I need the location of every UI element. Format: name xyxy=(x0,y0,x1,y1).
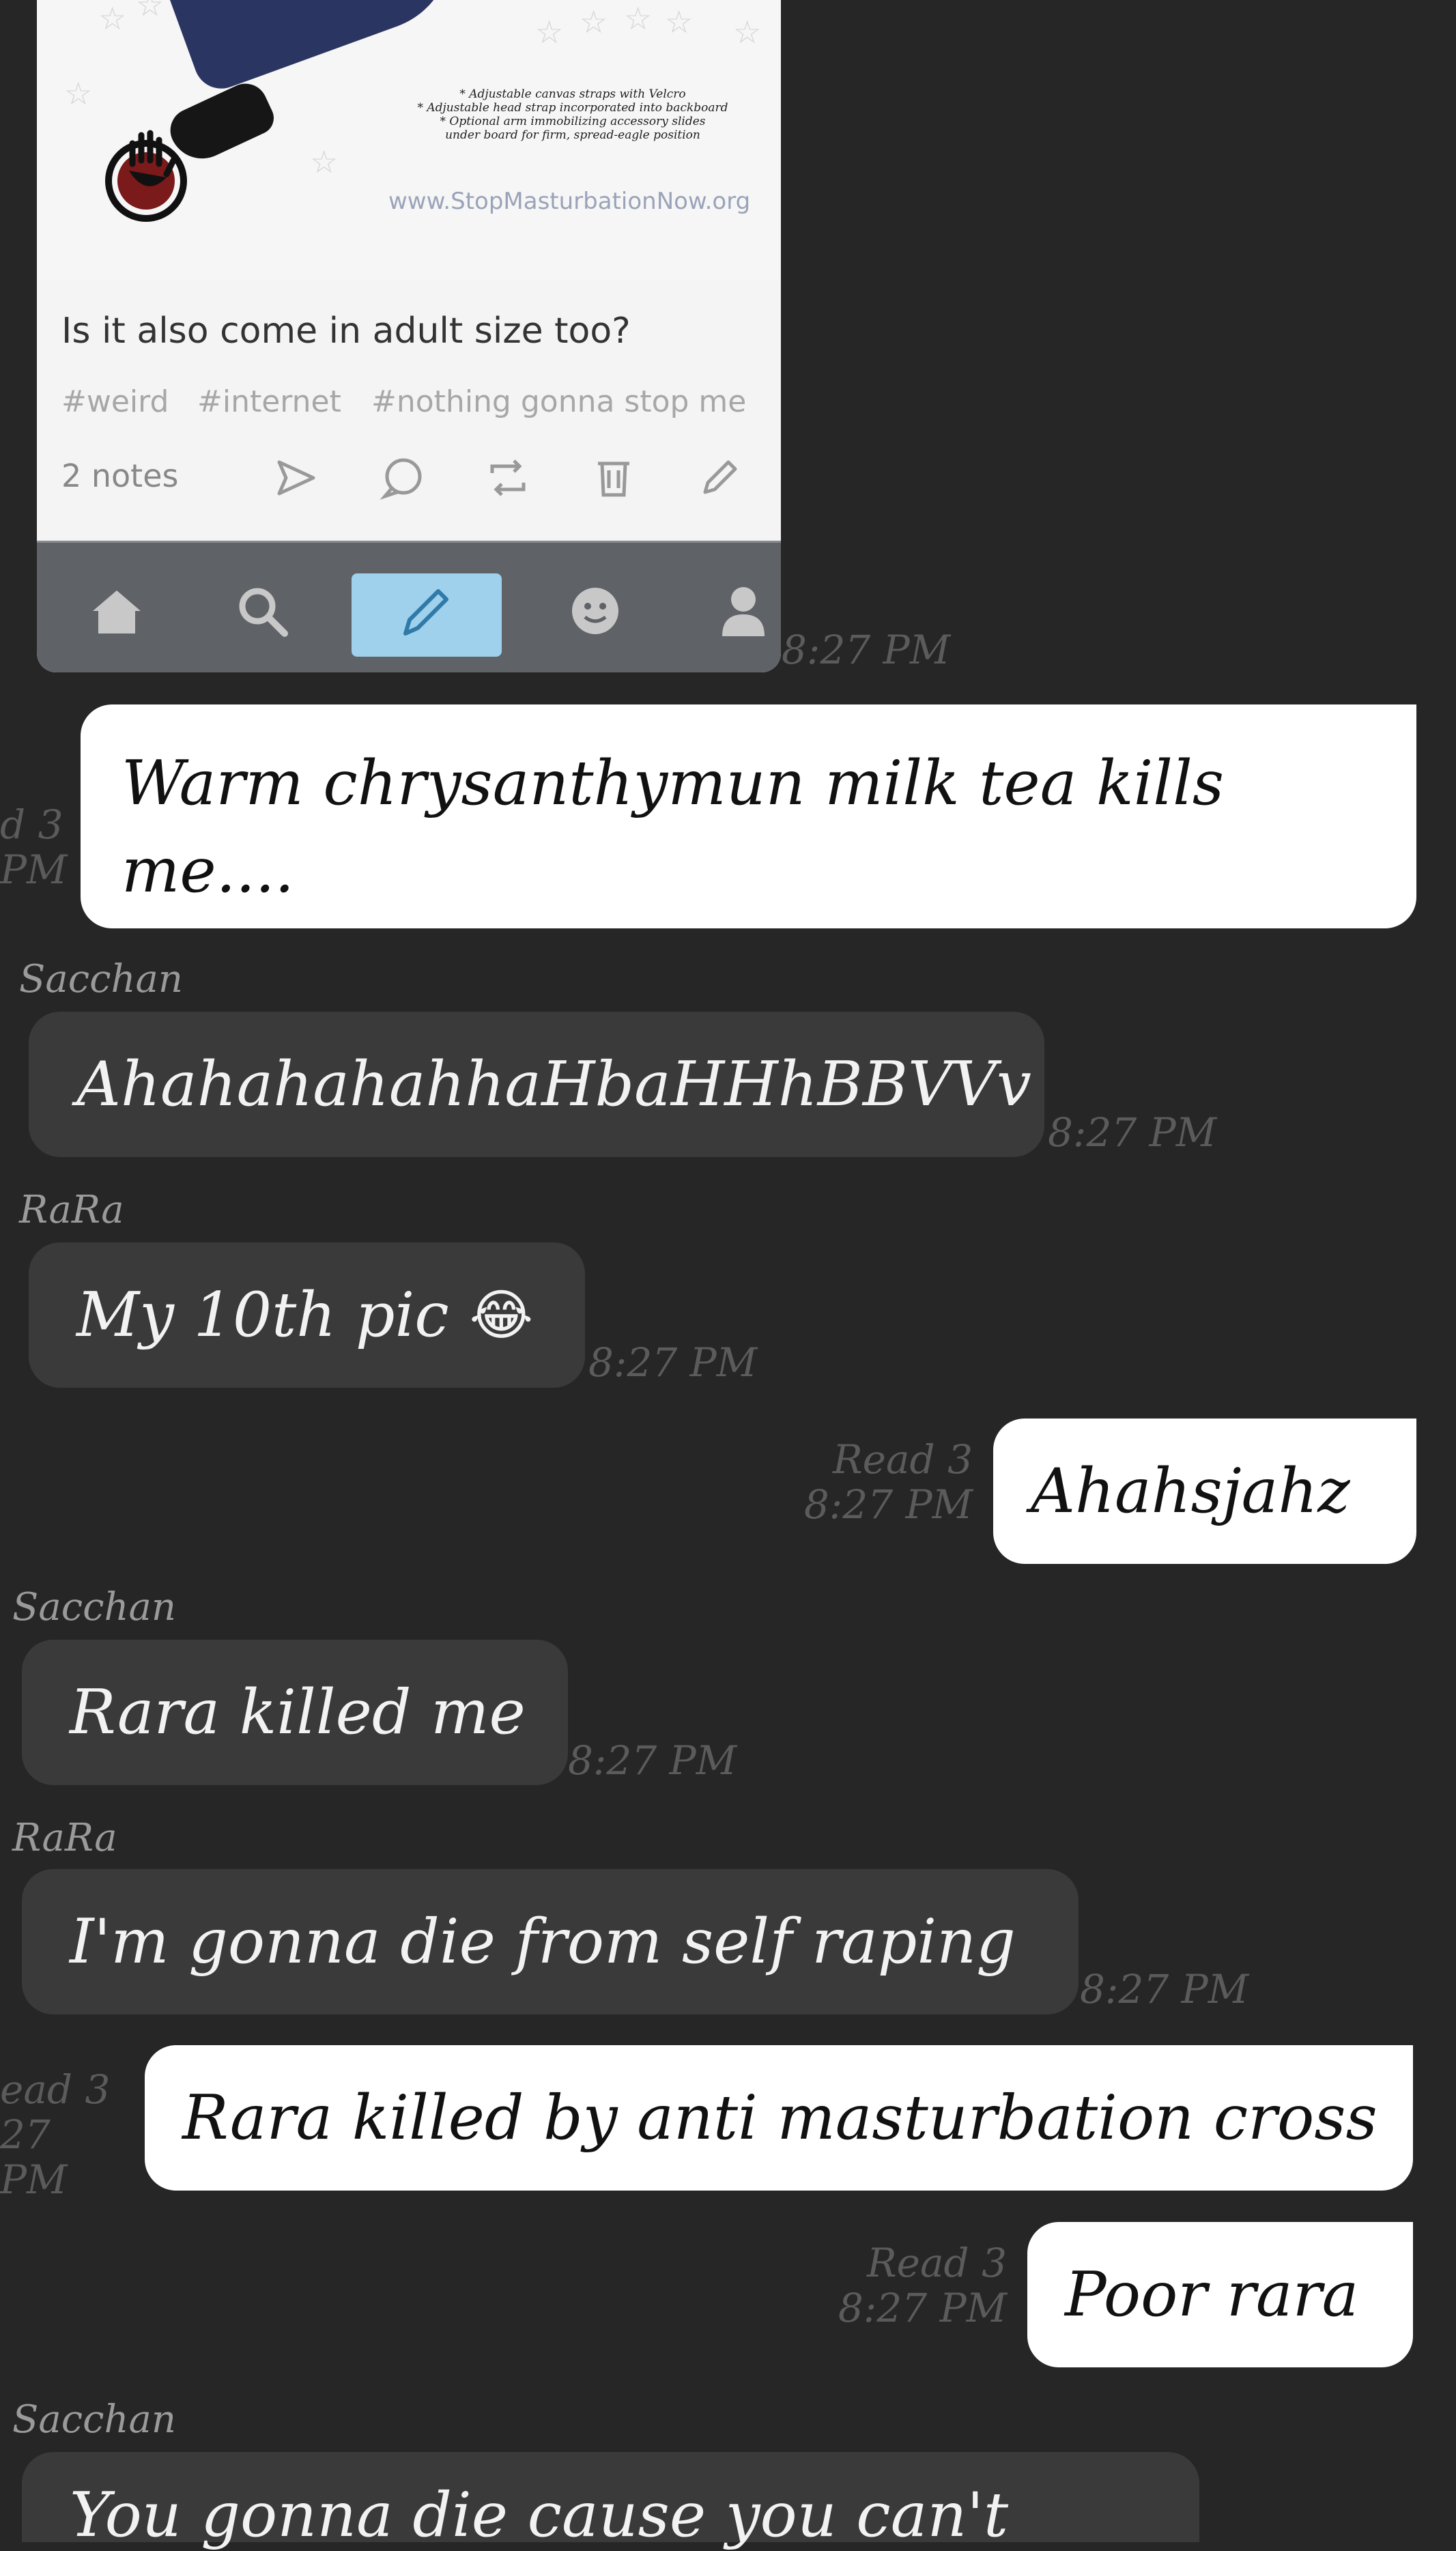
message-bubble-outgoing[interactable]: Rara killed by anti masturbation cross xyxy=(145,2045,1413,2191)
star-icon: ☆ xyxy=(535,14,564,51)
message-bubble-incoming[interactable]: My 10th pic 😂 xyxy=(29,1242,585,1388)
message-time: 8:27 PM xyxy=(782,627,951,673)
star-icon: ☆ xyxy=(98,0,127,37)
message-text: Rara killed by anti masturbation cross xyxy=(182,2082,1378,2154)
message-text: You gonna die cause you can't xyxy=(70,2479,1009,2551)
message-bubble-incoming[interactable]: You gonna die cause you can't xyxy=(22,2452,1199,2551)
message-bubble-outgoing[interactable]: Warm chrysanthymun milk tea kills me.... xyxy=(81,704,1416,928)
sender-name: RaRa xyxy=(19,1188,124,1232)
shared-screenshot-card[interactable]: ☆ ☆ ☆ ☆ ☆ ☆ ☆ ☆ ☆ * Adjustable canvas st… xyxy=(37,0,781,672)
message-text: AhahahahahhaHbaHHhBBVVv xyxy=(76,1049,1031,1120)
message-text: I'm gonna die from self raping xyxy=(70,1906,1016,1978)
tag-link[interactable]: #nothing gonna stop me xyxy=(371,384,746,419)
message-bubble-outgoing[interactable]: Poor rara xyxy=(1027,2222,1413,2367)
message-time: 8:27 PM xyxy=(568,1737,737,1784)
home-icon[interactable] xyxy=(86,580,147,642)
message-bubble-incoming[interactable]: Rara killed me xyxy=(22,1640,568,1785)
message-text: Poor rara xyxy=(1065,2259,1359,2331)
sender-name: Sacchan xyxy=(19,957,183,1001)
share-icon[interactable] xyxy=(272,454,320,502)
caption-line: * Optional arm immobilizing accessory sl… xyxy=(440,115,706,128)
message-text: Warm chrysanthymun milk tea kills xyxy=(122,747,1225,819)
figure-legs xyxy=(170,0,474,96)
caption-line: * Adjustable head strap incorporated int… xyxy=(417,101,728,115)
edit-icon[interactable] xyxy=(696,454,743,502)
account-icon[interactable] xyxy=(713,580,774,642)
read-status: d 3 PM xyxy=(0,801,68,893)
notes-count[interactable]: 2 notes xyxy=(61,457,179,494)
hand-logo-icon xyxy=(105,130,187,222)
sender-name: Sacchan xyxy=(12,1585,176,1629)
read-status: Read 3 8:27 PM xyxy=(838,2240,1007,2331)
star-icon: ☆ xyxy=(310,143,339,180)
message-bubble-incoming[interactable]: I'm gonna die from self raping xyxy=(22,1869,1079,2014)
message-time: 8:27 PM xyxy=(1080,1966,1249,2012)
post-text: Is it also come in adult size too? xyxy=(61,311,631,352)
reblog-icon[interactable] xyxy=(484,454,532,502)
activity-smiley-icon[interactable] xyxy=(565,580,626,642)
read-status: ead 3 27 PM xyxy=(0,2066,111,2203)
star-icon: ☆ xyxy=(136,0,165,23)
sender-name: Sacchan xyxy=(12,2397,176,2442)
emoji-laughing-icon: 😂 xyxy=(469,1283,534,1347)
message-text: My 10th pic xyxy=(76,1279,449,1351)
message-text: me.... xyxy=(122,835,295,907)
star-icon: ☆ xyxy=(665,3,694,40)
caption-line: * Adjustable canvas straps with Velcro xyxy=(459,87,686,101)
message-bubble-outgoing[interactable]: Ahahsjahz xyxy=(993,1419,1416,1564)
tag-link[interactable]: #weird xyxy=(61,384,169,419)
message-time: 8:27 PM xyxy=(1048,1109,1217,1156)
star-icon: ☆ xyxy=(624,0,653,37)
reply-icon[interactable] xyxy=(378,454,426,502)
star-icon: ☆ xyxy=(580,3,608,40)
shared-image: ☆ ☆ ☆ ☆ ☆ ☆ ☆ ☆ ☆ * Adjustable canvas st… xyxy=(37,0,781,280)
delete-icon[interactable] xyxy=(590,454,638,502)
message-text: Ahahsjahz xyxy=(1031,1455,1350,1527)
star-icon: ☆ xyxy=(733,14,762,51)
caption-line: under board for firm, spread-eagle posit… xyxy=(445,128,700,142)
message-time: 8:27 PM xyxy=(588,1339,758,1386)
read-status: Read 3 8:27 PM xyxy=(803,1436,973,1528)
sender-name: RaRa xyxy=(12,1816,117,1860)
message-text: Rara killed me xyxy=(70,1677,526,1748)
search-icon[interactable] xyxy=(231,580,293,642)
tag-link[interactable]: #internet xyxy=(197,384,341,419)
compose-icon[interactable] xyxy=(396,580,457,642)
star-icon: ☆ xyxy=(64,75,93,112)
site-watermark: www.StopMasturbationNow.org xyxy=(388,188,751,215)
message-bubble-incoming[interactable]: AhahahahahhaHbaHHhBBVVv xyxy=(29,1012,1044,1157)
